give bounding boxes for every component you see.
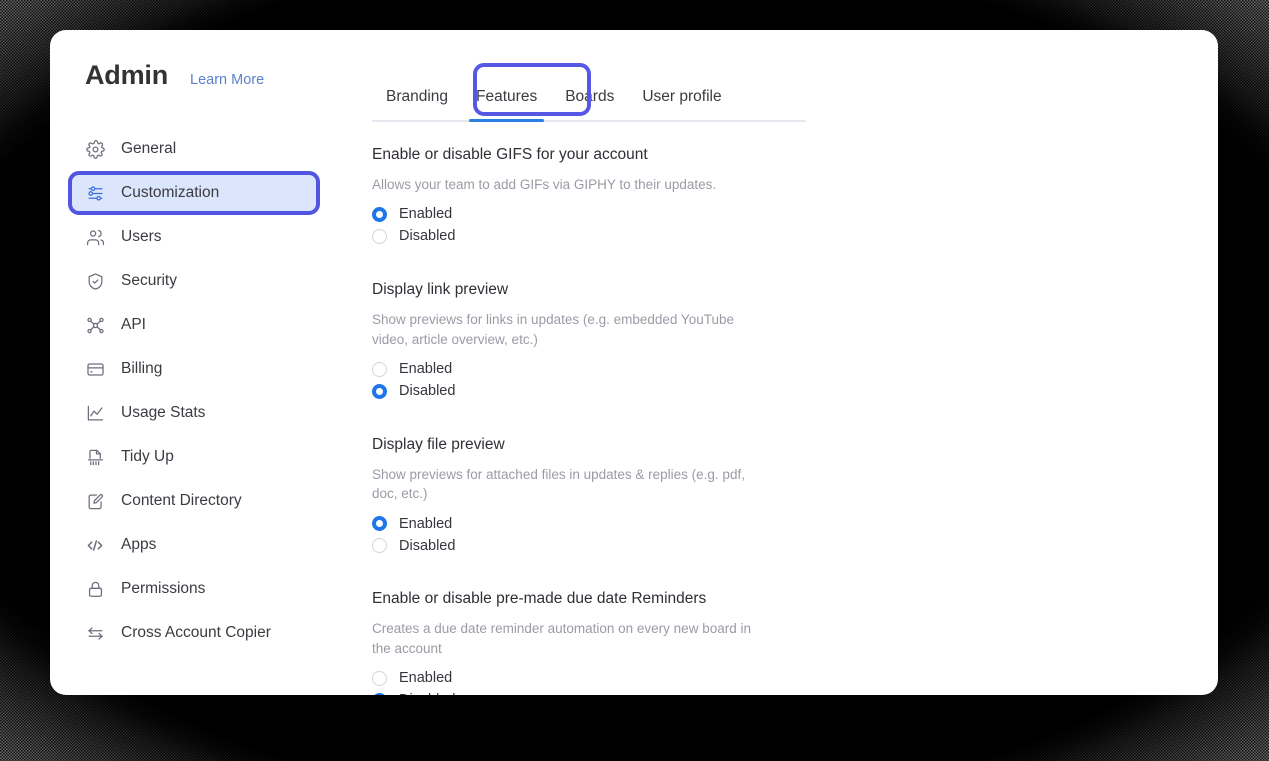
sidebar: Admin Learn More General Customization U… — [50, 30, 360, 695]
sidebar-item-label: API — [121, 316, 146, 333]
sidebar-item-label: Usage Stats — [121, 404, 206, 421]
tab-bar: Branding Features Boards User profile — [372, 60, 806, 122]
tab-boards[interactable]: Boards — [551, 88, 628, 120]
sidebar-item-permissions[interactable]: Permissions — [50, 571, 360, 607]
sidebar-item-apps[interactable]: Apps — [50, 527, 360, 563]
sidebar-item-label: Permissions — [121, 580, 206, 597]
document-edit-icon — [85, 491, 105, 511]
radio-button[interactable] — [372, 206, 387, 222]
sidebar-item-label: Apps — [121, 536, 157, 553]
content-pane: Branding Features Boards User profile En… — [360, 30, 1218, 695]
tab-user-profile[interactable]: User profile — [628, 88, 735, 120]
sidebar-item-security[interactable]: Security — [50, 263, 360, 299]
shredder-icon — [85, 447, 105, 467]
radio-option-disabled[interactable]: Disabled — [372, 535, 792, 556]
sidebar-item-label: Cross Account Copier — [121, 624, 271, 641]
radio-label: Disabled — [399, 228, 456, 245]
setting-description: Show previews for attached files in upda… — [372, 466, 745, 502]
radio-option-disabled[interactable]: Disabled — [372, 690, 792, 695]
code-brackets-icon — [85, 535, 105, 555]
radio-label: Disabled — [399, 383, 456, 400]
radio-option-disabled[interactable]: Disabled — [372, 381, 792, 402]
radio-button[interactable] — [372, 383, 387, 399]
setting-title: Enable or disable pre-made due date Remi… — [372, 590, 707, 608]
radio-label: Enabled — [399, 206, 453, 223]
sidebar-header: Admin Learn More — [50, 60, 360, 91]
radio-button[interactable] — [372, 692, 387, 695]
sidebar-item-tidy-up[interactable]: Tidy Up — [50, 439, 360, 475]
features-settings-list: Enable or disable GIFS for your account … — [372, 122, 792, 695]
setting-title: Enable or disable GIFS for your account — [372, 146, 648, 163]
users-icon — [85, 227, 105, 247]
chart-line-icon — [85, 403, 105, 423]
sidebar-item-usage-stats[interactable]: Usage Stats — [50, 395, 360, 431]
radio-button[interactable] — [372, 361, 387, 377]
radio-label: Enabled — [399, 670, 453, 687]
sidebar-item-content-directory[interactable]: Content Directory — [50, 483, 360, 519]
radio-option-disabled[interactable]: Disabled — [372, 226, 792, 247]
radio-label: Disabled — [399, 537, 456, 554]
sidebar-item-label: Tidy Up — [121, 448, 174, 465]
radio-option-enabled[interactable]: Enabled — [372, 668, 792, 689]
radio-button[interactable] — [372, 670, 387, 686]
gear-icon — [85, 139, 105, 159]
sidebar-item-users[interactable]: Users — [50, 219, 360, 255]
setting-file-preview: Display file preview Show previews for a… — [372, 436, 792, 557]
tab-features[interactable]: Features — [462, 88, 551, 122]
sidebar-item-cross-account-copier[interactable]: Cross Account Copier — [50, 615, 360, 651]
radio-option-enabled[interactable]: Enabled — [372, 359, 792, 380]
sidebar-item-label: Billing — [121, 360, 163, 377]
setting-description: Creates a due date reminder automation o… — [372, 621, 751, 657]
radio-label: Enabled — [399, 361, 453, 378]
sidebar-item-label: Content Directory — [121, 492, 242, 509]
shield-check-icon — [85, 271, 105, 291]
sidebar-item-billing[interactable]: Billing — [50, 351, 360, 387]
setting-title: Display link preview — [372, 280, 509, 298]
page-title: Admin — [85, 60, 168, 90]
sidebar-item-label: General — [121, 140, 177, 157]
sidebar-item-general[interactable]: General — [50, 131, 360, 167]
radio-button[interactable] — [372, 228, 387, 244]
sidebar-item-customization[interactable]: Customization — [68, 171, 320, 215]
lock-icon — [85, 579, 105, 599]
setting-gifs: Enable or disable GIFS for your account … — [372, 146, 792, 247]
setting-description: Show previews for links in updates (e.g.… — [372, 311, 734, 347]
setting-link-preview: Display link preview Show previews for l… — [372, 281, 792, 402]
sidebar-item-label: Users — [121, 228, 162, 245]
setting-description: Allows your team to add GIFs via GIPHY t… — [372, 177, 717, 192]
radio-option-enabled[interactable]: Enabled — [372, 204, 792, 225]
sliders-icon — [85, 183, 105, 203]
sidebar-item-label: Security — [121, 272, 177, 289]
learn-more-link[interactable]: Learn More — [190, 72, 264, 88]
transfer-arrows-icon — [85, 623, 105, 643]
radio-button[interactable] — [372, 538, 387, 554]
radio-label: Disabled — [399, 692, 455, 695]
sidebar-item-label: Customization — [121, 184, 220, 201]
nodes-icon — [85, 315, 105, 335]
tab-branding[interactable]: Branding — [372, 88, 462, 120]
setting-due-date-reminders: Enable or disable pre-made due date Remi… — [372, 590, 792, 695]
admin-settings-modal: Admin Learn More General Customization U… — [50, 30, 1218, 695]
sidebar-item-api[interactable]: API — [50, 307, 360, 343]
credit-card-icon — [85, 359, 105, 379]
sidebar-nav: General Customization Users Security API… — [50, 131, 360, 659]
radio-button[interactable] — [372, 516, 387, 532]
radio-label: Enabled — [399, 515, 453, 532]
setting-title: Display file preview — [372, 435, 505, 453]
radio-option-enabled[interactable]: Enabled — [372, 513, 792, 534]
